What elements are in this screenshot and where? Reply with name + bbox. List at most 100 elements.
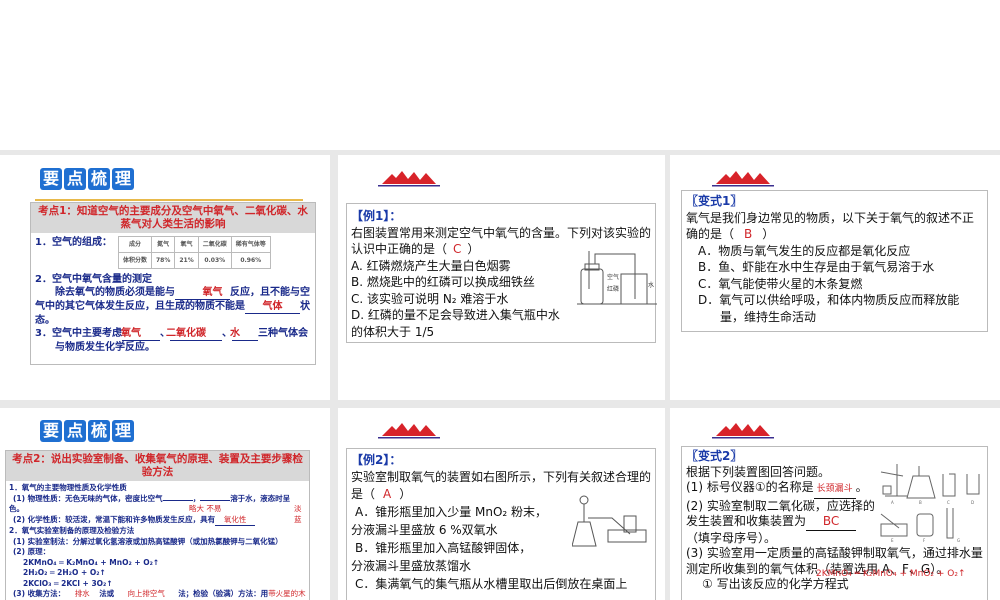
table-cell: 78%: [150, 252, 176, 269]
table-cell: 21%: [174, 252, 199, 269]
question-1: (1) 标号仪器①的名称是: [686, 480, 814, 494]
answer-blank: 氧气: [175, 286, 230, 300]
text: (2) 化学性质：较活泼，常温下能和许多物质发生反应，具有: [13, 514, 216, 524]
item2-title: 2．空气中氧气含量的测定: [35, 274, 152, 285]
option-a: A. 红磷燃烧产生大量白色烟雾: [351, 258, 511, 273]
table-cell: 0.96%: [230, 252, 271, 269]
equation: 2KClO₃ ═ 2KCl + 3O₂↑: [23, 578, 113, 588]
table-cell: 体积分数: [117, 252, 152, 269]
answer-equation: 2KMnO₄ ═ K₂MnO₄ + MnO₂ + O₂↑: [816, 569, 966, 579]
answer: 略大 不易: [189, 504, 222, 513]
slide-thumbnail-3[interactable]: 〖变式1〗 氧气是我们身边常见的物质，以下关于氧气的叙述不正确的是（ B ） A．物…: [670, 155, 1000, 400]
option-a: A．物质与氧气发生的反应都是氧化反应: [698, 243, 911, 258]
answer-blank: 水: [230, 327, 258, 341]
content-box: 【例1】： 右图装置常用来测定空气中氧气的含量。下列对该实验的认识中正确的是（ C…: [346, 203, 657, 343]
table-header: 氮气: [150, 236, 176, 253]
answer-blank: 氧气: [121, 327, 160, 341]
divider: [35, 199, 303, 201]
blank-area: [0, 0, 1000, 150]
figure-label: 红磷: [607, 285, 619, 293]
header-tile: 梳: [88, 420, 110, 442]
text: 2．氧气实验室制备的原理及检验方法: [9, 526, 135, 535]
option-c: C．集满氧气的集气瓶从水槽里取出后倒放在桌面上: [355, 577, 628, 591]
answer: BC: [806, 514, 857, 531]
equation: 2KMnO₄ ═ K₂MnO₄ + MnO₂ + O₂↑: [23, 557, 160, 567]
answer: 长颈漏斗: [813, 482, 856, 499]
answer: 淡蓝: [294, 504, 302, 524]
text: ）: [762, 227, 775, 241]
table-header: 氧气: [174, 236, 199, 253]
text: 3．空气中主要考虑: [35, 328, 122, 339]
text: (1) 实验室制法：分解过氧化氢溶液或加热高锰酸钾（或加热氯酸钾与二氧化锰）: [13, 536, 283, 546]
content-box: 〖变式2〗 根据下列装置图回答问题。 (1) 标号仪器①的名称是 长颈漏斗。 (2…: [681, 446, 988, 600]
slide-thumbnail-6[interactable]: 〖变式2〗 根据下列装置图回答问题。 (1) 标号仪器①的名称是 长颈漏斗。 (2…: [670, 408, 1000, 600]
text: ，: [192, 493, 201, 503]
header-tiles: 要 点 梳 理: [40, 420, 134, 442]
text: 。: [855, 480, 868, 494]
text: ）: [467, 242, 480, 256]
text: (2) 原理：: [13, 547, 51, 556]
option-b-cont: 分液漏斗里盛放蒸馏水: [351, 559, 472, 573]
figure-label: 空气: [607, 273, 619, 281]
text: 除去氧气的物质必须是能与: [55, 287, 175, 298]
option-d: D．氧气可以供给呼吸，和体内物质反应而释放能量，维持生命活动: [698, 293, 960, 324]
option-b: B. 燃烧匙中的红磷可以换成细铁丝: [351, 275, 535, 289]
table-header: 二氧化碳: [197, 236, 232, 253]
topic-heading: 考点2：说出实验室制备、收集氧气的原理、装置及主要步骤检验方法: [6, 451, 309, 481]
figure-label: C: [947, 500, 950, 505]
text: 法或: [99, 589, 115, 598]
figure-label: G: [957, 538, 960, 542]
apparatus-figure: A B C D E F G: [880, 464, 980, 542]
item1: 1．空气的组成：: [35, 237, 112, 248]
content-box: 〖变式1〗 氧气是我们身边常见的物质，以下关于氧气的叙述不正确的是（ B ） A．物…: [681, 190, 988, 332]
text: (3) 收集方法：: [13, 589, 66, 598]
table-cell: 0.03%: [197, 252, 232, 269]
figure-label: F: [923, 538, 926, 542]
answer: C: [453, 242, 462, 256]
header-tile: 理: [112, 420, 134, 442]
content-box: 考点1：知道空气的主要成分及空气中氧气、二氧化碳、水蒸气对人类生活的影响 1．空…: [30, 202, 316, 365]
text: ）: [399, 487, 412, 501]
figure-label: E: [891, 538, 894, 542]
figure-label: B: [919, 500, 922, 505]
logo-icon: [378, 171, 440, 187]
answer-blank: 气体: [245, 300, 300, 314]
apparatus-figure: [572, 495, 647, 547]
example-title: 【例1】：: [351, 209, 402, 223]
figure-label: A: [891, 500, 894, 505]
variant-title: 〖变式1〗: [686, 194, 743, 208]
figure-label: 水: [648, 281, 654, 289]
logo-icon: [712, 171, 774, 187]
text: 1．氧气的主要物理性质及化学性质: [9, 483, 127, 492]
slide-thumbnail-1[interactable]: 要 点 梳 理 考点1：知道空气的主要成分及空气中氧气、二氧化碳、水蒸气对人类生…: [0, 155, 330, 400]
answer: 氧化性: [215, 515, 256, 526]
topic-heading: 考点1：知道空气的主要成分及空气中氧气、二氧化碳、水蒸气对人类生活的影响: [31, 203, 315, 233]
content-box: 考点2：说出实验室制备、收集氧气的原理、装置及主要步骤检验方法 1．氧气的主要物…: [5, 450, 310, 600]
option-c: C．氧气能使带火星的木条复燃: [698, 276, 863, 291]
table-header: 稀有气体等: [230, 236, 271, 253]
header-tiles: 要 点 梳 理: [40, 168, 134, 190]
header-tile: 点: [64, 168, 86, 190]
slide-thumbnail-5[interactable]: 【例2】： 实验室制取氧气的装置如右图所示，下列有关叙述合理的是（ A） A．锥形…: [338, 408, 665, 600]
figure-label: D: [971, 500, 974, 505]
answer: A: [383, 487, 392, 501]
slide-thumbnail-4[interactable]: 要 点 梳 理 考点2：说出实验室制备、收集氧气的原理、装置及主要步骤检验方法 …: [0, 408, 330, 600]
logo-icon: [378, 423, 440, 439]
answer: B: [744, 227, 753, 241]
answer-blank: 二氧化碳: [166, 327, 222, 341]
header-tile: 点: [64, 420, 86, 442]
text: 色。: [9, 504, 24, 513]
header-tile: 理: [112, 168, 134, 190]
text: 溶于水，液态时呈: [230, 493, 291, 503]
header-tile: 梳: [88, 168, 110, 190]
answer: 排水: [65, 589, 100, 600]
example-title: 【例2】：: [351, 453, 402, 467]
question-text: 氧气是我们身边常见的物质，以下关于氧气的叙述不正确的是（: [686, 210, 975, 242]
option-d: D. 红磷的量不足会导致进入集气瓶中水的体积大于 1/5: [351, 308, 560, 339]
option-b: B．鱼、虾能在水中生存是由于氧气易溶于水: [698, 260, 935, 274]
slide-thumbnail-2[interactable]: 【例1】： 右图装置常用来测定空气中氧气的含量。下列对该实验的认识中正确的是（ C…: [338, 155, 665, 400]
logo-icon: [712, 423, 774, 439]
table-header: 成分: [117, 236, 152, 253]
text: (1) 物理性质：无色无味的气体，密度比空气: [13, 493, 163, 503]
header-tile: 要: [40, 168, 62, 190]
